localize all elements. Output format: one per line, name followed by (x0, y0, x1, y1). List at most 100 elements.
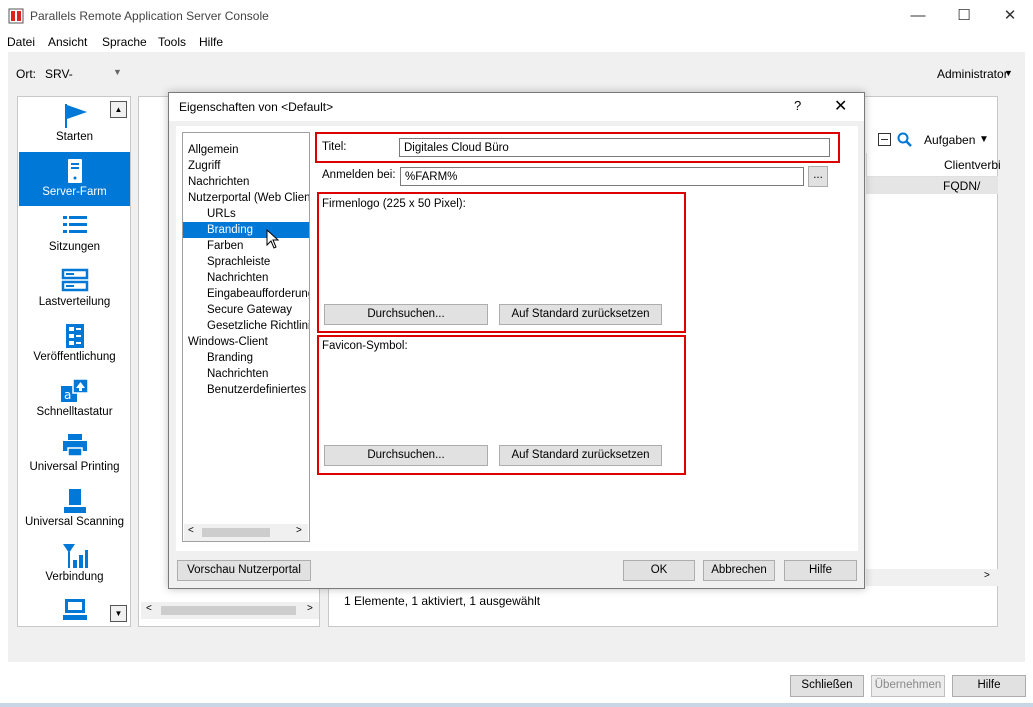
menu-tools[interactable]: Tools (158, 35, 186, 49)
tree-horizontal-scrollbar[interactable]: < > (141, 602, 319, 619)
cancel-button[interactable]: Abbrechen (703, 560, 775, 581)
tree-item-nutzerportal[interactable]: Nutzerportal (Web Client) (188, 190, 309, 206)
chevron-right-icon[interactable]: > (307, 603, 313, 614)
publishing-icon (19, 323, 130, 348)
tree-item-urls[interactable]: URLs (207, 206, 236, 222)
dialog-title: Eigenschaften von <Default> (179, 100, 334, 114)
nav-label: Sitzungen (48, 241, 101, 253)
scroll-down-button[interactable]: ▼ (110, 605, 127, 622)
tree-item-gesetzliche-richtlinien[interactable]: Gesetzliche Richtlinien (207, 318, 309, 334)
login-input[interactable] (400, 167, 804, 186)
keyboard-icon: a (19, 378, 130, 402)
svg-text:a: a (64, 388, 71, 402)
help-icon[interactable]: ? (794, 98, 801, 113)
column-header-clientverbi[interactable]: Clientverbi (866, 153, 1001, 177)
tree-item-branding-web[interactable]: Branding (183, 222, 309, 238)
scrollbar-thumb[interactable] (161, 606, 296, 615)
logo-reset-button[interactable]: Auf Standard zurücksetzen (499, 304, 662, 325)
favicon-browse-button[interactable]: Durchsuchen... (324, 445, 488, 466)
tree-item-allgemein[interactable]: Allgemein (188, 142, 239, 158)
connection-icon (19, 543, 130, 568)
nav-label: Universal Scanning (24, 516, 125, 528)
favicon-label: Favicon-Symbol: (322, 340, 408, 352)
favicon-reset-button[interactable]: Auf Standard zurücksetzen (499, 445, 662, 466)
location-select[interactable]: SRV- (45, 67, 73, 81)
dialog-titlebar: Eigenschaften von <Default> ? ✕ (169, 93, 864, 121)
scrollbar-thumb[interactable] (202, 528, 270, 537)
tree-item-windows-client[interactable]: Windows-Client (188, 334, 268, 350)
table-horizontal-scrollbar[interactable]: > (866, 569, 998, 586)
sessions-icon (19, 213, 130, 237)
nav-item-verbindung[interactable]: Verbindung (19, 537, 130, 591)
nav-label: Starten (55, 131, 94, 143)
close-button[interactable]: Schließen (790, 675, 864, 697)
nav-item-server-farm[interactable]: Server-Farm (19, 152, 130, 206)
chevron-down-icon[interactable]: ▼ (1004, 68, 1013, 78)
menu-sprache[interactable]: Sprache (102, 35, 147, 49)
chevron-down-icon[interactable]: ▼ (979, 134, 989, 145)
nav-label: Schnelltastatur (36, 406, 113, 418)
ok-button[interactable]: OK (623, 560, 695, 581)
settings-tree: Allgemein Zugriff Nachrichten Nutzerport… (182, 132, 310, 542)
tree-item-sprachleiste[interactable]: Sprachleiste (207, 254, 270, 270)
tree-horizontal-scrollbar[interactable]: < > (184, 524, 308, 541)
chevron-down-icon[interactable]: ▼ (113, 67, 122, 77)
tree-item-nachrichten-web[interactable]: Nachrichten (207, 270, 268, 286)
nav-label: Universal Printing (29, 461, 120, 473)
admin-menu[interactable]: Administrator (937, 67, 1008, 81)
tree-item-branding-windows[interactable]: Branding (207, 350, 253, 366)
nav-item-sitzungen[interactable]: Sitzungen (19, 207, 130, 261)
scanner-icon (19, 488, 130, 513)
title-label: Titel: (322, 141, 347, 153)
menu-ansicht[interactable]: Ansicht (48, 35, 87, 49)
title-input[interactable] (399, 138, 830, 157)
logo-label: Firmenlogo (225 x 50 Pixel): (322, 198, 466, 210)
chevron-left-icon[interactable]: < (188, 525, 194, 536)
close-window-button[interactable]: ✕ (987, 4, 1033, 28)
nav-label: Veröffentlichung (33, 351, 116, 363)
nav-item-veroeffentlichung[interactable]: Veröffentlichung (19, 317, 130, 371)
login-label: Anmelden bei: (322, 169, 396, 181)
table-row[interactable]: FQDN/ (866, 177, 998, 194)
menu-hilfe[interactable]: Hilfe (199, 35, 223, 49)
tree-item-benutzerdefiniert[interactable]: Benutzerdefiniertes M (207, 382, 309, 398)
nav-item-universal-printing[interactable]: Universal Printing (19, 427, 130, 481)
nav-item-universal-scanning[interactable]: Universal Scanning (19, 482, 130, 536)
category-sidebar: Starten Server-Farm Sitzungen Lastvertei… (17, 96, 131, 627)
chevron-right-icon[interactable]: > (984, 570, 990, 581)
properties-dialog: Eigenschaften von <Default> ? ✕ Allgemei… (168, 92, 865, 589)
dialog-help-button[interactable]: Hilfe (784, 560, 857, 581)
close-icon[interactable]: ✕ (834, 96, 847, 116)
footer-help-button[interactable]: Hilfe (952, 675, 1026, 697)
menu-datei[interactable]: Datei (7, 35, 35, 49)
collapse-icon[interactable] (878, 133, 891, 146)
mouse-cursor-icon (266, 228, 280, 252)
browse-farm-button[interactable]: ... (808, 166, 828, 187)
nav-label: Verbindung (45, 571, 104, 583)
search-icon[interactable] (897, 132, 913, 151)
preview-portal-button[interactable]: Vorschau Nutzerportal (177, 560, 311, 581)
scroll-up-button[interactable]: ▲ (110, 101, 127, 118)
nav-item-lastverteilung[interactable]: Lastverteilung (19, 262, 130, 316)
apply-button[interactable]: Übernehmen (871, 675, 945, 697)
location-label: Ort: (16, 67, 36, 81)
nav-label: Server-Farm (42, 186, 107, 198)
logo-browse-button[interactable]: Durchsuchen... (324, 304, 488, 325)
maximize-button[interactable]: ☐ (941, 4, 987, 28)
tree-item-secure-gateway[interactable]: Secure Gateway (207, 302, 292, 318)
menu-bar: Datei Ansicht Sprache Tools Hilfe (0, 32, 1033, 52)
tree-item-zugriff[interactable]: Zugriff (188, 158, 220, 174)
nav-item-schnelltastatur[interactable]: a Schnelltastatur (19, 372, 130, 426)
chevron-right-icon[interactable]: > (296, 525, 302, 536)
tree-item-eingabeaufforderung[interactable]: Eingabeaufforderung (207, 286, 309, 302)
tree-item-farben[interactable]: Farben (207, 238, 243, 254)
chevron-left-icon[interactable]: < (146, 603, 152, 614)
tree-item-nachrichten-windows[interactable]: Nachrichten (207, 366, 268, 382)
parallels-logo-icon (8, 8, 24, 24)
tasks-menu[interactable]: Aufgaben (924, 133, 975, 147)
minimize-button[interactable]: — (895, 4, 941, 28)
status-text: 1 Elemente, 1 aktiviert, 1 ausgewählt (344, 594, 541, 608)
tree-item-nachrichten[interactable]: Nachrichten (188, 174, 249, 190)
nav-label: Lastverteilung (38, 296, 111, 308)
load-balancing-icon (19, 268, 130, 292)
